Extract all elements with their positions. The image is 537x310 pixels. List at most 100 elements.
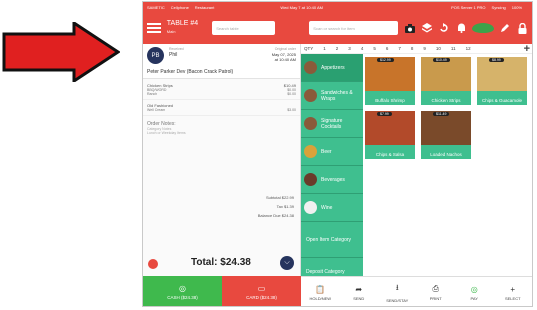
subtotal-value: $22.99 [281,195,294,200]
send-stay-button[interactable]: ⭳ SEND/STAY [378,277,417,306]
brand-leaf-icon [472,23,494,33]
category-cocktails[interactable]: Signature Cocktails [301,110,363,138]
qty-2[interactable]: 2 [336,46,339,51]
menu-item[interactable]: $8.99 Chips & Guacamole [477,57,527,105]
item-price: $8.99 [489,58,504,62]
totals-block: Subtotal $22.99 Tax $1.39 Balance Due $2… [257,195,294,218]
category-wine[interactable]: Wine [301,194,363,222]
line-item-modifier: Well Cream $3.00 [147,108,296,112]
status-signal: Cellphone [170,4,189,10]
hold-new-button[interactable]: 📋 HOLD/NEW [301,277,340,306]
qty-1[interactable]: 1 [323,46,326,51]
status-battery: 100% [511,4,522,10]
menu-item[interactable]: $10.49 Chicken Strips [421,57,471,105]
select-button[interactable]: + SELECT [494,277,533,306]
order-notes-line: Lunch or Weekday Items [147,131,186,135]
chevron-down-icon[interactable]: ⌵ [280,256,294,270]
top-bar: TABLE #4 Main Search table Scan or searc… [143,12,532,44]
status-sync: Syncing [491,4,506,10]
menu-icon[interactable] [147,23,161,33]
card-button[interactable]: ▭ CARD ($24.38) [222,276,301,306]
status-carrier: Restaurant [194,4,215,10]
order-ticket: PB Received Phil Original order May 07, … [143,44,301,276]
line-item-modifier: Ranch $0.00 [147,92,296,96]
category-image [304,89,317,102]
menu-item[interactable]: $7.99 Chips & Salsa [365,111,415,159]
add-item-button[interactable]: + [524,43,530,55]
footer-bar: ◎ CASH ($24.38) ▭ CARD ($24.38) 📋 HOLD/NE… [143,276,533,306]
transfer-icon[interactable] [438,22,450,34]
item-search-input[interactable]: Scan or search for item [309,21,398,35]
print-button[interactable]: ⎙ PRINT [417,277,456,306]
qty-5[interactable]: 5 [373,46,376,51]
order-total: Total: $24.38 [191,257,251,268]
hold-icon: 📋 [315,284,326,294]
item-image [421,57,471,91]
lock-icon[interactable] [516,22,528,34]
pay-icon: ◎ [470,284,478,294]
server-name: Peter Parker Dev (Bacon Crack Patrol) [147,69,234,75]
table-search-input[interactable]: Search table [212,21,276,35]
category-appetizers[interactable]: Appetizers [301,54,363,82]
table-selector[interactable]: TABLE #4 Main [167,20,206,36]
qty-4[interactable]: 4 [361,46,364,51]
card-icon: ▭ [257,284,266,293]
category-open-item[interactable]: Open Item Category [301,222,363,258]
item-image [365,57,415,91]
quantity-row: QTY 1 2 3 4 5 6 7 8 9 10 11 12 + [301,43,532,55]
category-image [304,201,317,214]
bell-icon[interactable] [455,22,467,34]
category-image [304,61,317,74]
item-price: $11.49 [433,112,450,116]
camera-icon[interactable] [404,22,416,34]
status-server: POS Server 1 PRO [451,4,486,10]
item-name: Chips & Guacamole [481,98,523,103]
category-list: Appetizers Sandwiches & Wraps Signature … [301,54,363,286]
pencil-icon[interactable] [499,22,511,34]
order-time: at 10:40 AM [274,57,296,62]
plus-icon: + [510,284,516,294]
qty-11[interactable]: 11 [451,46,456,51]
qty-7[interactable]: 7 [398,46,401,51]
qty-9[interactable]: 9 [423,46,426,51]
item-image [365,111,415,145]
status-datetime: Wed May 7 at 10:40 AM [280,4,323,10]
item-name: Chicken Strips [431,98,461,103]
category-image [304,117,317,130]
qty-12[interactable]: 12 [466,46,471,51]
item-image [477,57,527,91]
item-price: $12.99 [377,58,394,62]
qty-10[interactable]: 10 [436,46,441,51]
layers-icon[interactable] [421,22,433,34]
item-price: $7.99 [377,112,392,116]
menu-item[interactable]: $12.99 Buffalo Shrimp [365,57,415,105]
table-area: Main [166,29,176,34]
qty-3[interactable]: 3 [348,46,351,51]
send-button[interactable]: ➦ SEND [340,277,379,306]
category-beer[interactable]: Beer [301,138,363,166]
cash-icon: ◎ [179,284,186,293]
item-price: $10.49 [433,58,450,62]
customer-name: Phil [169,52,178,58]
print-icon: ⎙ [432,284,439,293]
send-stay-icon: ⭳ [395,283,399,292]
item-name: Loaded Nachos [430,152,462,157]
item-image [421,111,471,145]
category-sandwiches[interactable]: Sandwiches & Wraps [301,82,363,110]
send-icon: ➦ [355,284,363,294]
balance-value: $24.38 [281,213,294,218]
cash-button[interactable]: ◎ CASH ($24.38) [143,276,222,306]
delete-button[interactable] [148,259,158,269]
status-app: SAMETIC [147,4,165,10]
menu-item[interactable]: $11.49 Loaded Nachos [421,111,471,159]
qty-6[interactable]: 6 [386,46,389,51]
category-beverages[interactable]: Beverages [301,166,363,194]
received-label: Received [169,47,184,51]
customer-avatar[interactable]: PB [147,47,164,64]
qty-8[interactable]: 8 [411,46,414,51]
pos-tablet: SAMETIC Cellphone Restaurant Wed May 7 a… [142,1,533,307]
qty-label: QTY [304,46,314,51]
pay-button[interactable]: ◎ PAY [455,277,494,306]
order-label: Original order [274,47,296,51]
category-image [304,173,317,186]
